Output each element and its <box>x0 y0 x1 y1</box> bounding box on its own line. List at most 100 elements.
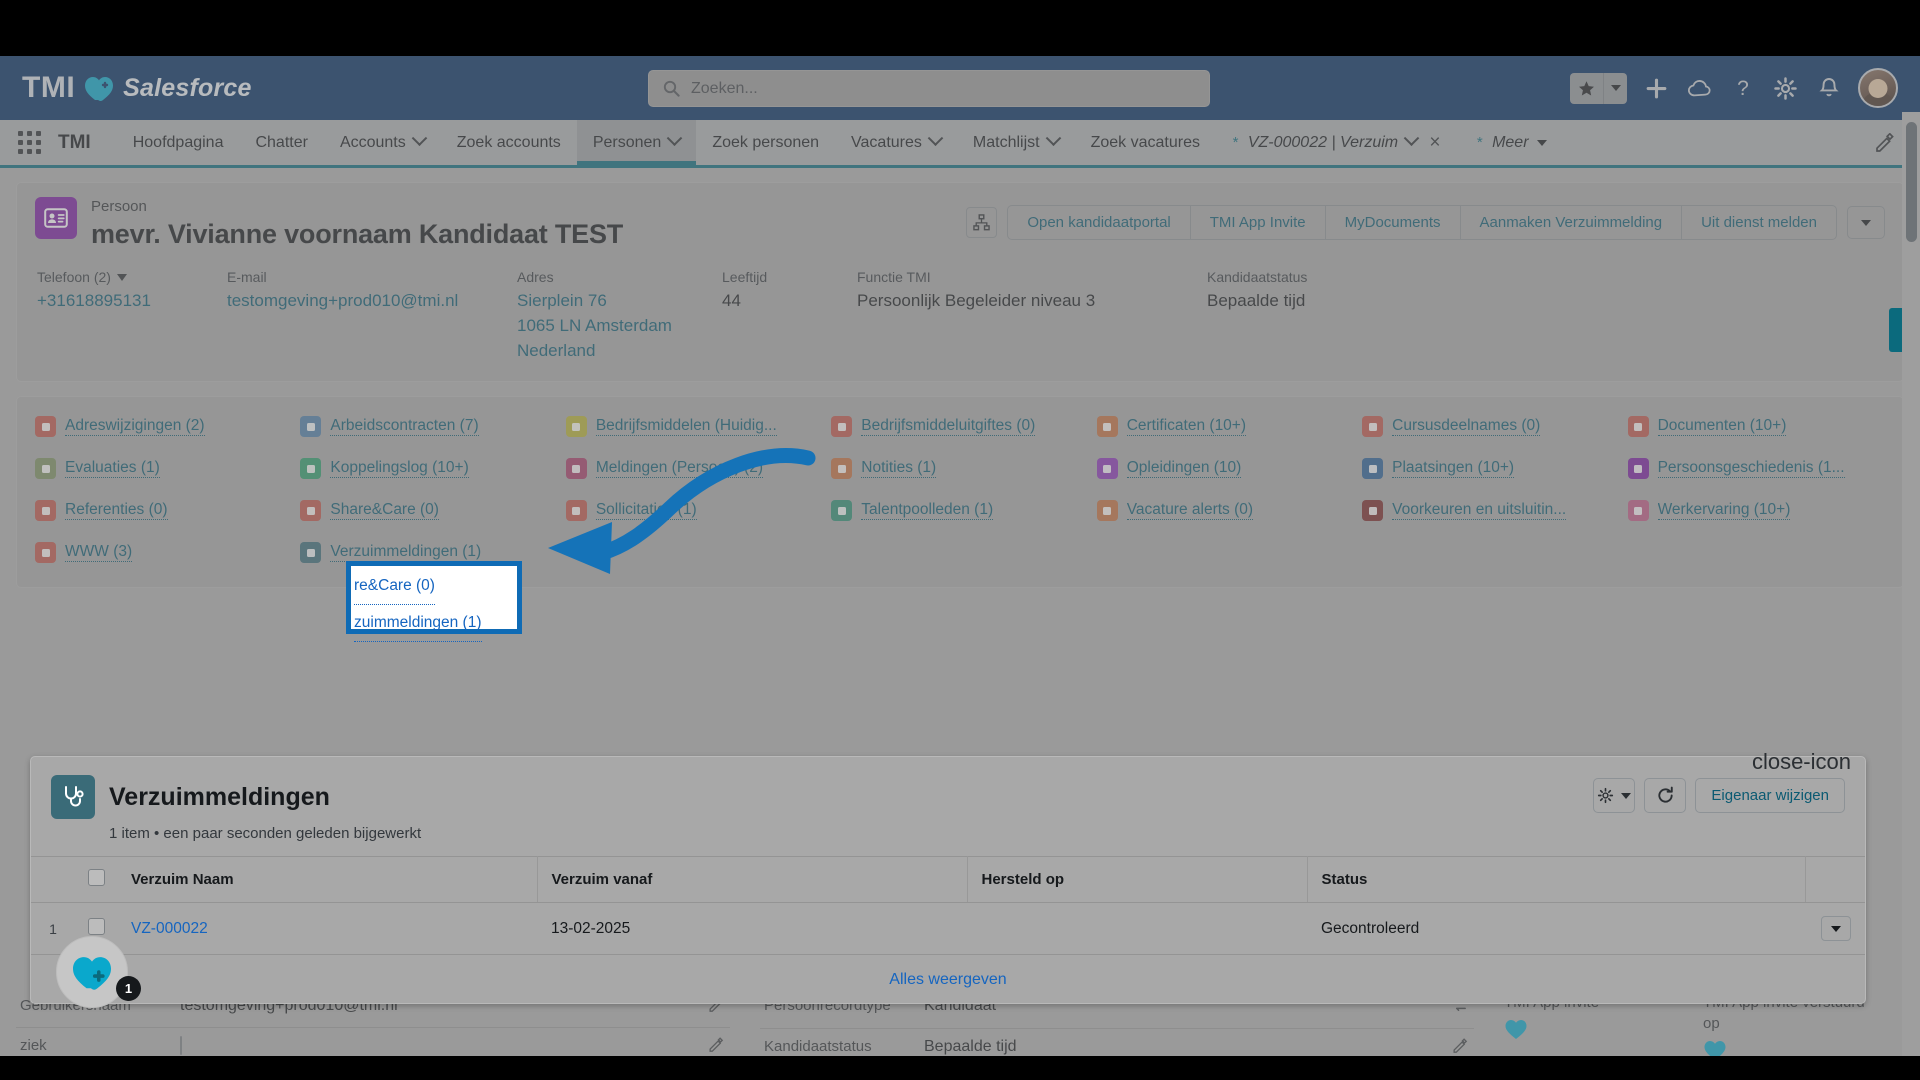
app-name[interactable]: TMI <box>58 120 117 165</box>
quick-link-plaatsingen-10[interactable]: Plaatsingen (10+) <box>1362 454 1619 483</box>
quick-link-adreswijzigingen-2[interactable]: Adreswijzigingen (2) <box>35 412 292 441</box>
favorites-group[interactable] <box>1570 72 1627 104</box>
global-search[interactable]: Zoeken... <box>648 70 1210 107</box>
bell-icon[interactable] <box>1815 75 1842 102</box>
quick-link-cursusdeelnames-0[interactable]: Cursusdeelnames (0) <box>1362 412 1619 441</box>
column-header-verzuim-naam[interactable]: Verzuim Naam <box>117 856 538 903</box>
quick-link-arbeidscontracten-7[interactable]: Arbeidscontracten (7) <box>300 412 557 441</box>
chevron-down-icon[interactable] <box>411 130 428 147</box>
nav-item-personen[interactable]: Personen <box>576 120 697 165</box>
nav-item-matchlijst[interactable]: Matchlijst <box>957 120 1075 165</box>
quick-link-certificaten-10[interactable]: Certificaten (10+) <box>1096 412 1354 441</box>
nav-item-chatter[interactable]: Chatter <box>239 120 323 165</box>
quick-link-label: Certificaten (10+) <box>1126 417 1247 436</box>
chevron-down-icon[interactable] <box>927 130 944 147</box>
mydocuments-button[interactable]: MyDocuments <box>1326 206 1461 239</box>
nav-tab-record-verzuim[interactable]: * VZ-000022 | Verzuim × <box>1216 120 1460 165</box>
select-all-checkbox[interactable] <box>87 869 105 886</box>
cloud-icon[interactable] <box>1686 75 1713 102</box>
field-label: Kandidaatstatus <box>1207 269 1308 285</box>
search-input[interactable]: Zoeken... <box>691 80 758 98</box>
education-icon <box>1096 458 1118 479</box>
row-checkbox[interactable] <box>87 917 105 935</box>
quick-link-werkervaring-10[interactable]: Werkervaring (10+) <box>1627 496 1885 525</box>
chevron-down-icon[interactable] <box>1045 130 1061 147</box>
nav-item-zoek-accounts[interactable]: Zoek accounts <box>441 120 577 165</box>
close-icon[interactable]: close-icon <box>1752 751 1851 773</box>
panel-refresh-button[interactable] <box>1644 778 1687 813</box>
quick-link-opleidingen-10[interactable]: Opleidingen (10) <box>1096 454 1354 483</box>
uit-dienst-melden-button[interactable]: Uit dienst melden <box>1682 206 1836 239</box>
field-leeftijd: Leeftijd 44 <box>722 267 857 363</box>
pencil-icon[interactable] <box>1452 1038 1468 1056</box>
plus-icon[interactable] <box>1643 75 1670 102</box>
page-scrollbar-thumb[interactable] <box>1906 122 1917 242</box>
sharecare-link-partial[interactable]: re&Care (0) <box>354 568 435 605</box>
field-telefoon: Telefoon (2) +31618895131 <box>37 267 227 363</box>
avatar[interactable] <box>1858 68 1898 108</box>
verzuimmeldingen-link[interactable]: zuimmeldingen (1) <box>354 605 482 642</box>
column-header-status[interactable]: Status <box>1307 856 1806 903</box>
nav-item-zoek-personen[interactable]: Zoek personen <box>696 120 835 165</box>
alles-weergeven-link[interactable]: Alles weergeven <box>889 971 1006 988</box>
caret-down-icon[interactable] <box>1621 792 1632 799</box>
chevron-down-icon[interactable] <box>667 130 683 147</box>
caret-down-icon[interactable] <box>116 274 127 281</box>
open-kandidaatportal-button[interactable]: Open kandidaatportal <box>1008 206 1191 239</box>
nav-item-vacatures[interactable]: Vacatures <box>835 120 957 165</box>
quick-link-bedrijfsmiddeluitgiftes-0[interactable]: Bedrijfsmiddeluitgiftes (0) <box>831 412 1088 441</box>
verzuim-record-link[interactable]: VZ-000022 <box>131 920 208 937</box>
annotation-arrow <box>548 448 816 574</box>
brand-logo[interactable]: TMI Salesforce <box>22 71 252 105</box>
quick-link-persoonsgeschiedenis-1[interactable]: Persoonsgeschiedenis (1... <box>1627 454 1885 483</box>
quick-link-documenten-10[interactable]: Documenten (10+) <box>1627 412 1885 441</box>
heart-icon <box>1504 1019 1669 1045</box>
tmi-heart-widget[interactable] <box>56 936 128 1008</box>
quick-link-referenties-0[interactable]: Referenties (0) <box>35 496 292 525</box>
quick-link-label: Opleidingen (10) <box>1126 459 1242 478</box>
page-scrollbar-track[interactable] <box>1902 112 1920 1056</box>
quick-link-talentpoolleden-1[interactable]: Talentpoolleden (1) <box>831 496 1088 525</box>
question-mark-icon[interactable]: ? <box>1729 75 1756 102</box>
nav-tab-label: VZ-000022 | Verzuim <box>1247 133 1399 151</box>
quick-link-notities-1[interactable]: Notities (1) <box>831 454 1088 483</box>
chevron-down-icon[interactable] <box>1403 130 1420 147</box>
nav-item-accounts[interactable]: Accounts <box>324 120 441 165</box>
nav-item-hoofdpagina[interactable]: Hoofdpagina <box>117 120 240 165</box>
column-header-hersteld-op[interactable]: Hersteld op <box>967 856 1308 903</box>
field-label: E-mail <box>227 269 267 285</box>
app-launcher-icon[interactable] <box>0 120 58 165</box>
nav-item-zoek-vacatures[interactable]: Zoek vacatures <box>1075 120 1216 165</box>
hierarchy-icon[interactable] <box>966 207 998 238</box>
panel-header: Verzuimmeldingen Eigenaar wijzigen close… <box>31 751 1865 823</box>
field-value[interactable]: Sierplein 76 1065 LN Amsterdam Nederland <box>517 288 698 363</box>
quick-link-vacature-alerts-0[interactable]: Vacature alerts (0) <box>1096 496 1354 525</box>
tmi-app-invite-button[interactable]: TMI App Invite <box>1191 206 1326 239</box>
quick-link-koppelingslog-10[interactable]: Koppelingslog (10+) <box>300 454 557 483</box>
checkbox[interactable] <box>180 1036 182 1055</box>
pencil-icon[interactable] <box>708 1037 724 1056</box>
quick-link-www-3[interactable]: WWW (3) <box>35 538 292 567</box>
panel-subtitle: 1 item • een paar seconden geleden bijge… <box>109 825 422 842</box>
field-value[interactable]: Persoonlijk Begeleider niveau 3 <box>857 291 1095 310</box>
caret-down-icon[interactable] <box>1536 139 1547 146</box>
quick-link-label: Referenties (0) <box>65 501 168 520</box>
gear-icon[interactable] <box>1772 75 1799 102</box>
chevron-down-icon[interactable] <box>1604 73 1627 104</box>
panel-settings-button[interactable] <box>1593 778 1636 813</box>
aanmaken-verzuimmelding-button[interactable]: Aanmaken Verzuimmelding <box>1461 206 1683 239</box>
close-icon[interactable]: × <box>1425 132 1444 154</box>
star-icon[interactable] <box>1570 73 1603 104</box>
quick-link-share-care-0[interactable]: Share&Care (0) <box>300 496 557 525</box>
field-value[interactable]: testomgeving+prod010@tmi.nl <box>227 288 493 313</box>
row-actions-button[interactable] <box>1821 916 1851 941</box>
eigenaar-wijzigen-button[interactable]: Eigenaar wijzigen <box>1695 778 1845 813</box>
quick-link-voorkeuren-en-uitsluitin[interactable]: Voorkeuren en uitsluitin... <box>1362 496 1619 525</box>
quick-link-bedrijfsmiddelen-huidig[interactable]: Bedrijfsmiddelen (Huidig... <box>565 412 823 441</box>
column-header-verzuim-vanaf[interactable]: Verzuim vanaf <box>537 856 968 903</box>
field-value[interactable]: +31618895131 <box>37 288 203 313</box>
utility-side-tab[interactable] <box>1889 308 1902 352</box>
nav-tab-meer[interactable]: * Meer <box>1460 120 1562 165</box>
more-actions-button[interactable] <box>1847 206 1885 239</box>
quick-link-evaluaties-1[interactable]: Evaluaties (1) <box>35 454 292 483</box>
